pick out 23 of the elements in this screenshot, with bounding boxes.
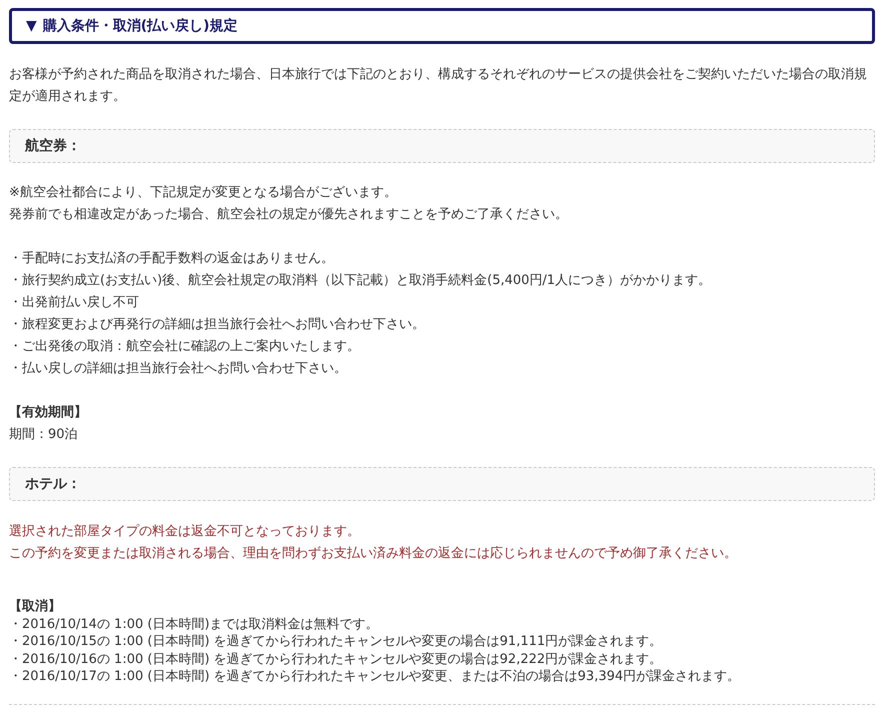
list-item: ・2016/10/17の 1:00 (日本時間) を過ぎてから行われたキャンセルや変更、または不泊の場合は93,394円が課金されます。 <box>9 668 742 686</box>
subsection-heading: ホテル： <box>9 467 875 501</box>
text-line: 発券前でも相違改定があった場合、航空会社の規定が優先されますことを予めご了承ください。 <box>9 206 569 224</box>
subsection-heading: 航空券： <box>9 129 875 163</box>
list-item: ・2016/10/14の 1:00 (日本時間)までは取消料金は無料です。 <box>9 616 380 633</box>
list-item: ・旅行契約成立(お支払い)後、航空会社規定の取消料（以下記載）と取消手続料金(5,400円/1人につき）がかかります。 <box>9 272 712 290</box>
list-item: ・手配時にお支払済の手配手数料の返金はありません。 <box>9 250 335 268</box>
list-item: ・払い戻しの詳細は担当旅行会社へお問い合わせ下さい。 <box>9 360 348 378</box>
block-label: 【有効期間】 <box>9 404 88 422</box>
list-item: ・2016/10/15の 1:00 (日本時間) を過ぎてから行われたキャンセルや変更の場合は91,111円が課金されます。 <box>9 633 664 650</box>
list-item: ・旅程変更および再発行の詳細は担当旅行会社へお問い合わせ下さい。 <box>9 316 426 334</box>
intro-text: お客様が予約された商品を取消された場合、日本旅行では下記のとおり、構成するそれぞれのサービスの提供会社をご契約いただいた場合の取消規定が適用されます。 <box>9 66 868 106</box>
section-title: 購入条件・取消(払い戻し)規定 <box>42 17 238 35</box>
list-item: ・2016/10/16の 1:00 (日本時間) を過ぎてから行われたキャンセルや変更の場合は92,222円が課金されます。 <box>9 650 664 668</box>
collapse-marker: ▼ <box>26 18 37 34</box>
notice-text: この予約を変更または取消される場合、理由を問わずお支払い済み料金の返金には応じられませんので予め御了承ください。 <box>9 545 738 563</box>
list-item: ・ご出発後の取消：航空会社に確認の上ご案内いたします。 <box>9 338 361 356</box>
text-line: 期間：90泊 <box>9 426 79 444</box>
section-header[interactable]: ▼ 購入条件・取消(払い戻し)規定 <box>9 8 875 44</box>
list-item: ・出発前払い戻し不可 <box>9 294 140 312</box>
notice-text: 選択された部屋タイプの料金は返金不可となっております。 <box>9 523 361 541</box>
block-label: 【取消】 <box>9 598 62 616</box>
text-line: ※航空会社都合により、下記規定が変更となる場合がございます。 <box>9 184 398 202</box>
